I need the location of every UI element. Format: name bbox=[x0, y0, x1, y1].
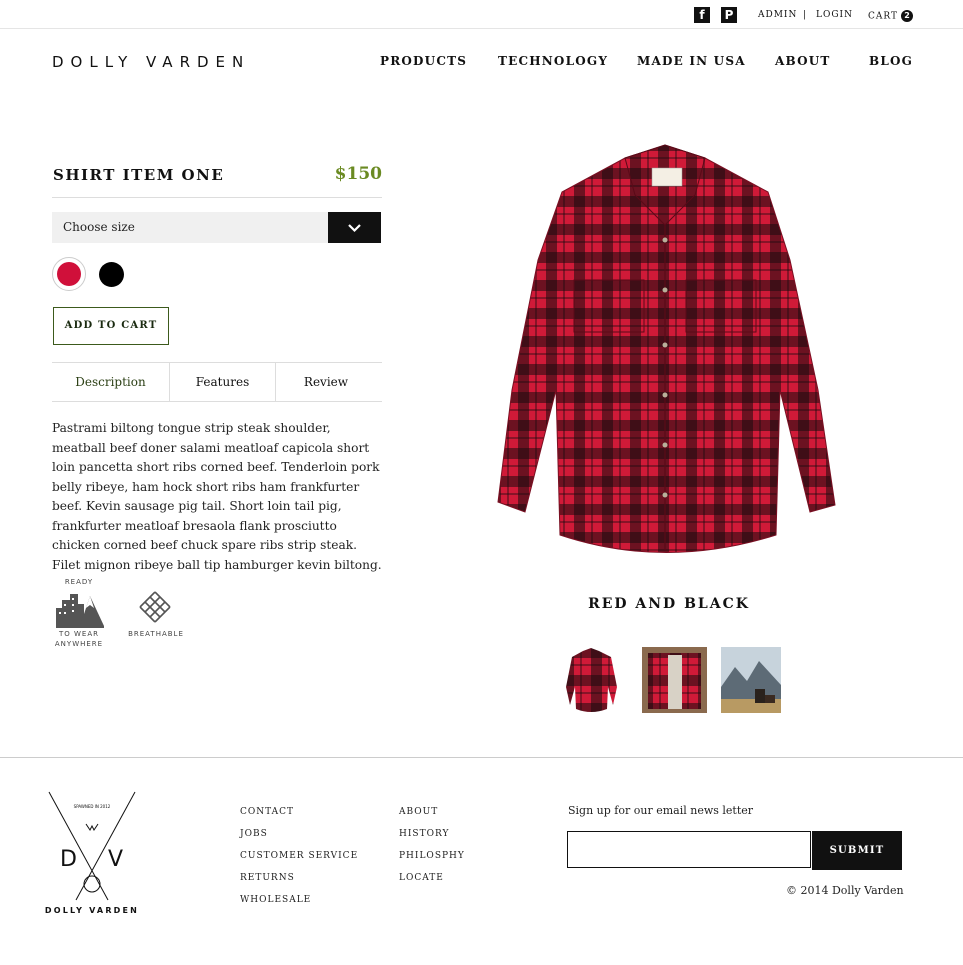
swatch-black[interactable] bbox=[99, 262, 124, 287]
dolly-varden-logo-emblem[interactable]: SPAWNED IN 2012 D V bbox=[46, 790, 138, 902]
admin-link[interactable]: ADMIN bbox=[758, 10, 797, 20]
color-name: RED AND BLACK bbox=[588, 596, 750, 612]
footer-link-returns[interactable]: RETURNS bbox=[240, 873, 295, 883]
thumbnail-shirt-front[interactable] bbox=[563, 647, 620, 713]
ready-badge-line1: TO WEAR bbox=[58, 630, 99, 638]
footer-brand: DOLLY VARDEN bbox=[44, 906, 140, 915]
footer-link-customer-service[interactable]: CUSTOMER SERVICE bbox=[240, 851, 358, 861]
pinterest-icon[interactable]: P bbox=[721, 7, 737, 23]
nav-about[interactable]: ABOUT bbox=[775, 54, 831, 68]
chevron-down-icon bbox=[348, 224, 361, 233]
svg-text:SPAWNED IN 2012: SPAWNED IN 2012 bbox=[74, 804, 111, 809]
nav-blog[interactable]: BLOG bbox=[869, 54, 913, 68]
city-mountain-icon bbox=[56, 594, 104, 628]
nav-made-in-usa[interactable]: MADE IN USA bbox=[637, 54, 746, 68]
top-bar: f P ADMIN | LOGIN CART 2 bbox=[0, 0, 963, 29]
tab-review[interactable]: Review bbox=[276, 363, 376, 401]
swatch-red[interactable] bbox=[57, 262, 81, 286]
product-price: $150 bbox=[334, 164, 382, 184]
footer-link-about[interactable]: ABOUT bbox=[399, 807, 438, 817]
tab-description[interactable]: Description bbox=[52, 363, 169, 401]
footer-link-history[interactable]: HISTORY bbox=[399, 829, 449, 839]
cart-link[interactable]: CART 2 bbox=[868, 10, 914, 22]
product-description: Pastrami biltong tongue strip steak shou… bbox=[52, 421, 382, 572]
newsletter-email-input[interactable] bbox=[567, 831, 811, 868]
ready-badge-line2: ANYWHERE bbox=[54, 640, 104, 648]
tabs-bottom-divider bbox=[52, 401, 382, 402]
footer-link-contact[interactable]: CONTACT bbox=[240, 807, 294, 817]
product-image-shirt[interactable] bbox=[490, 140, 840, 565]
newsletter-submit-button[interactable]: SUBMIT bbox=[812, 831, 902, 870]
cart-count-badge: 2 bbox=[901, 10, 914, 22]
nav-products[interactable]: PRODUCTS bbox=[380, 54, 467, 68]
breathable-badge-text: BREATHABLE bbox=[128, 630, 184, 638]
login-link[interactable]: LOGIN bbox=[816, 10, 853, 20]
add-to-cart-button[interactable]: ADD TO CART bbox=[53, 307, 169, 345]
facebook-icon[interactable]: f bbox=[694, 7, 710, 23]
svg-text:D: D bbox=[60, 847, 77, 872]
brand-logo[interactable]: DOLLY VARDEN bbox=[52, 54, 250, 70]
tab-features[interactable]: Features bbox=[170, 363, 275, 401]
size-select[interactable]: Choose size bbox=[52, 212, 328, 243]
thumbnail-outdoor-scene[interactable] bbox=[721, 647, 781, 713]
newsletter-label: Sign up for our email news letter bbox=[568, 804, 754, 817]
thumbnail-shirt-jacket[interactable] bbox=[642, 647, 707, 713]
footer-divider bbox=[0, 757, 963, 758]
footer-link-wholesale[interactable]: WHOLESALE bbox=[240, 895, 311, 905]
size-dropdown-button[interactable] bbox=[328, 212, 381, 243]
divider bbox=[52, 197, 382, 198]
copyright: © 2014 Dolly Varden bbox=[786, 884, 904, 897]
ready-badge-top-text: READY bbox=[64, 578, 94, 586]
footer-link-locate[interactable]: LOCATE bbox=[399, 873, 444, 883]
topbar-separator: | bbox=[803, 10, 808, 20]
footer-link-philosophy[interactable]: PHILOSPHY bbox=[399, 851, 465, 861]
breathable-mesh-icon bbox=[139, 591, 171, 623]
cart-label: CART bbox=[868, 11, 899, 22]
footer-link-jobs[interactable]: JOBS bbox=[240, 829, 268, 839]
svg-text:V: V bbox=[108, 847, 123, 872]
size-select-label: Choose size bbox=[63, 220, 135, 234]
nav-technology[interactable]: TECHNOLOGY bbox=[498, 54, 608, 68]
product-title: SHIRT ITEM ONE bbox=[53, 166, 225, 184]
